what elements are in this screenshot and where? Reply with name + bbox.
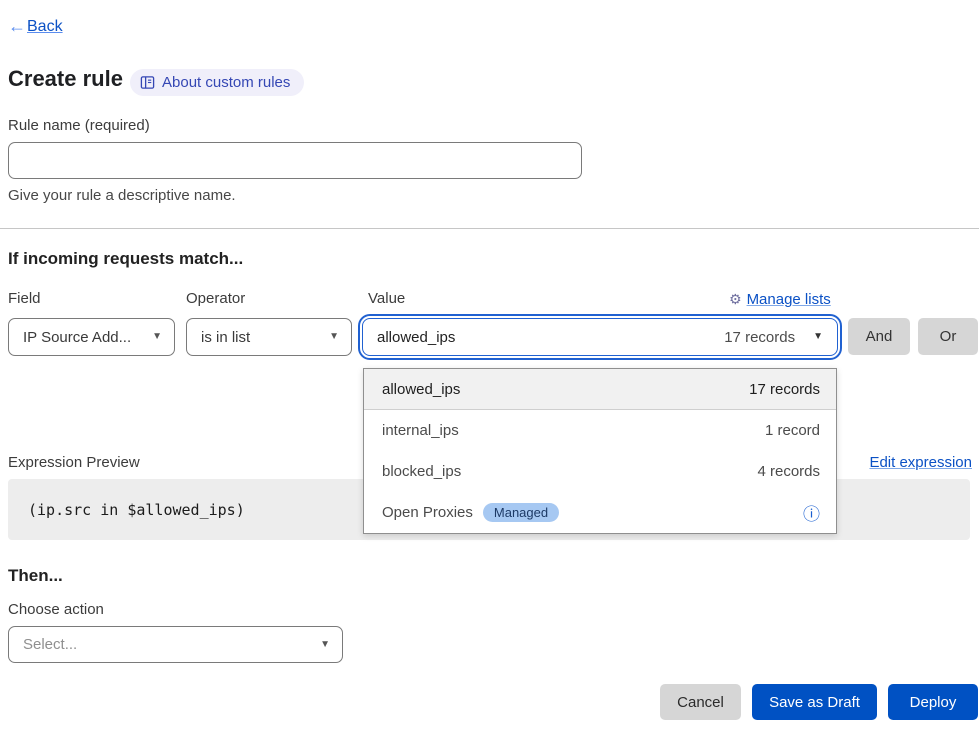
left-arrow-icon: ← [8,16,26,37]
operator-select[interactable]: is in list ▼ [186,318,352,356]
managed-badge: Managed [483,503,559,522]
then-heading: Then... [8,566,63,586]
list-item-name: Open Proxies [382,504,473,521]
list-item-records: 17 records [749,381,820,398]
list-item-records: 4 records [757,463,820,480]
back-link[interactable]: ← Back [8,16,63,37]
book-icon [140,75,155,90]
list-item-name: blocked_ips [382,463,461,480]
list-item-allowed-ips[interactable]: allowed_ips 17 records [364,369,836,410]
back-label: Back [27,18,63,36]
value-select-value: allowed_ips [377,329,455,346]
list-item-open-proxies[interactable]: Open Proxies Managed ⓘ [364,492,836,533]
action-select[interactable]: Select... ▼ [8,626,343,663]
list-item-name: internal_ips [382,422,459,439]
action-select-placeholder: Select... [23,636,77,653]
expression-preview-label: Expression Preview [8,454,140,471]
value-select-records: 17 records [724,329,795,346]
chevron-down-icon: ▼ [329,332,339,342]
chevron-down-icon: ▼ [320,640,330,650]
cancel-button[interactable]: Cancel [660,684,741,720]
edit-expression-link[interactable]: Edit expression [869,454,972,471]
match-heading: If incoming requests match... [8,249,243,269]
manage-lists-link[interactable]: ⚙ Manage lists [729,291,831,308]
list-item-records: 1 record [765,422,820,439]
chevron-down-icon: ▼ [813,332,823,342]
field-select-value: IP Source Add... [23,329,131,346]
choose-action-label: Choose action [8,601,104,618]
operator-label: Operator [186,290,245,307]
create-rule-page: ← Back Create rule About custom rules Ru… [0,0,979,739]
operator-select-value: is in list [201,329,250,346]
expression-code: (ip.src in $allowed_ips) [28,501,245,519]
and-button[interactable]: And [848,318,910,355]
value-label: Value [368,290,405,307]
about-badge-label: About custom rules [162,74,290,91]
or-button[interactable]: Or [918,318,978,355]
manage-lists-label: Manage lists [747,291,831,308]
save-as-draft-button[interactable]: Save as Draft [752,684,877,720]
list-item-blocked-ips[interactable]: blocked_ips 4 records [364,451,836,492]
deploy-button[interactable]: Deploy [888,684,978,720]
field-select[interactable]: IP Source Add... ▼ [8,318,175,356]
value-select[interactable]: allowed_ips 17 records ▼ [362,318,838,356]
info-icon[interactable]: ⓘ [803,500,820,525]
about-custom-rules-link[interactable]: About custom rules [130,69,304,96]
rule-name-label: Rule name (required) [8,117,150,134]
page-title: Create rule [8,66,123,92]
field-label: Field [8,290,41,307]
value-dropdown-panel: allowed_ips 17 records internal_ips 1 re… [363,368,837,534]
rule-name-input[interactable] [8,142,582,179]
list-item-internal-ips[interactable]: internal_ips 1 record [364,410,836,451]
section-divider [0,228,979,229]
gear-icon: ⚙ [729,291,742,308]
chevron-down-icon: ▼ [152,332,162,342]
rule-name-helper: Give your rule a descriptive name. [8,187,236,204]
list-item-name: allowed_ips [382,381,460,398]
